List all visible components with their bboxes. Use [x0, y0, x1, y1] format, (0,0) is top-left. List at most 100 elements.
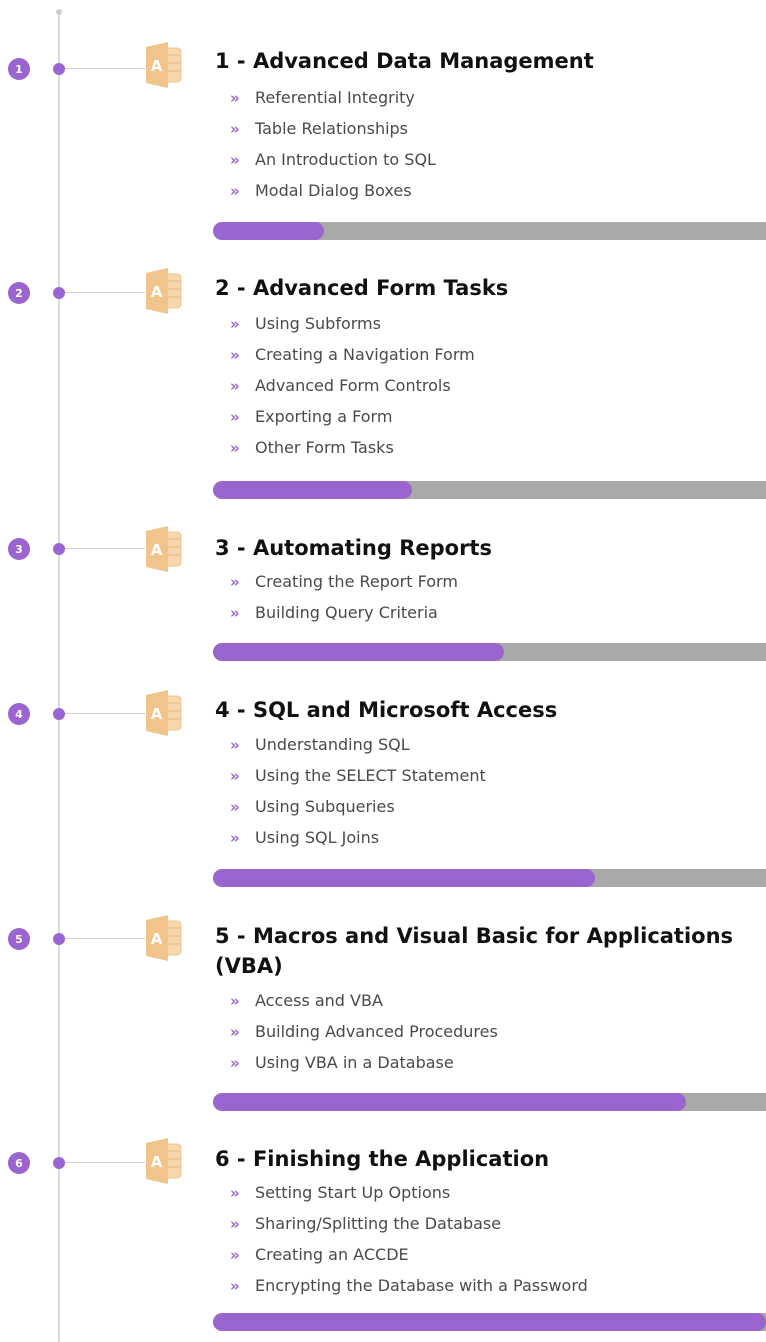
module-number-badge: 1 — [8, 58, 30, 80]
topic-item: » Building Advanced Procedures — [230, 1016, 498, 1047]
progress-bar — [213, 869, 766, 887]
chevron-double-right-icon: » — [230, 992, 240, 1010]
chevron-double-right-icon: » — [230, 1023, 240, 1041]
icon-letter: A — [151, 541, 163, 559]
topic-label: An Introduction to SQL — [255, 150, 436, 169]
access-app-icon: A — [146, 915, 182, 961]
topic-item: » Using SQL Joins — [230, 822, 486, 853]
topic-list: » Access and VBA » Building Advanced Proce… — [230, 985, 498, 1078]
chevron-double-right-icon: » — [230, 89, 240, 107]
chevron-double-right-icon: » — [230, 151, 240, 169]
topic-label: Modal Dialog Boxes — [255, 181, 412, 200]
chevron-double-right-icon: » — [230, 1184, 240, 1202]
progress-fill — [213, 869, 595, 887]
progress-fill — [213, 643, 505, 661]
topic-label: Building Query Criteria — [255, 603, 438, 622]
access-app-icon: A — [146, 42, 182, 88]
topic-item: » Modal Dialog Boxes — [230, 175, 436, 206]
topic-list: » Setting Start Up Options » Sharing/Split… — [230, 1177, 588, 1301]
topic-label: Encrypting the Database with a Password — [255, 1276, 588, 1295]
icon-letter: A — [151, 705, 163, 723]
chevron-double-right-icon: » — [230, 829, 240, 847]
topic-item: » Creating an ACCDE — [230, 1239, 588, 1270]
timeline-dot — [53, 1157, 65, 1169]
module-title: 1 - Advanced Data Management — [215, 49, 594, 73]
progress-fill — [213, 1313, 766, 1331]
chevron-double-right-icon: » — [230, 439, 240, 457]
topic-label: Building Advanced Procedures — [255, 1022, 498, 1041]
chevron-double-right-icon: » — [230, 1054, 240, 1072]
timeline-dot — [53, 933, 65, 945]
topic-item: » Creating the Report Form — [230, 566, 458, 597]
icon-letter: A — [151, 57, 163, 75]
connector-line — [65, 68, 145, 69]
topic-item: » Encrypting the Database with a Password — [230, 1270, 588, 1301]
topic-label: Creating an ACCDE — [255, 1245, 409, 1264]
topic-item: » Setting Start Up Options — [230, 1177, 588, 1208]
topic-label: Table Relationships — [255, 119, 409, 138]
timeline-start-dot — [56, 9, 62, 15]
timeline-dot — [53, 708, 65, 720]
topic-label: Using Subforms — [255, 314, 381, 333]
timeline-dot — [53, 543, 65, 555]
connector-line — [65, 713, 145, 714]
progress-fill — [213, 1093, 686, 1111]
topic-label: Sharing/Splitting the Database — [255, 1214, 502, 1233]
topic-label: Using VBA in a Database — [255, 1053, 454, 1072]
topic-item: » Building Query Criteria — [230, 597, 458, 628]
timeline-dot — [53, 63, 65, 75]
access-app-icon: A — [146, 690, 182, 736]
module-number-badge: 6 — [8, 1152, 30, 1174]
progress-bar — [213, 222, 766, 240]
module-number-badge: 2 — [8, 282, 30, 304]
icon-letter: A — [151, 283, 163, 301]
topic-list: » Using Subforms » Creating a Navigation F… — [230, 308, 475, 463]
topic-item: » Using Subforms — [230, 308, 475, 339]
access-app-icon: A — [146, 1138, 182, 1184]
chevron-double-right-icon: » — [230, 120, 240, 138]
topic-label: Setting Start Up Options — [255, 1183, 451, 1202]
connector-line — [65, 292, 145, 293]
progress-bar — [213, 481, 766, 499]
topic-item: » Access and VBA — [230, 985, 498, 1016]
connector-line — [65, 1162, 145, 1163]
topic-item: » Using VBA in a Database — [230, 1047, 498, 1078]
topic-label: Creating the Report Form — [255, 572, 458, 591]
topic-label: Advanced Form Controls — [255, 376, 451, 395]
topic-label: Access and VBA — [255, 991, 383, 1010]
chevron-double-right-icon: » — [230, 408, 240, 426]
topic-item: » An Introduction to SQL — [230, 144, 436, 175]
topic-label: Using the SELECT Statement — [255, 766, 486, 785]
chevron-double-right-icon: » — [230, 604, 240, 622]
progress-bar — [213, 643, 766, 661]
chevron-double-right-icon: » — [230, 377, 240, 395]
icon-letter: A — [151, 930, 163, 948]
timeline-dot — [53, 287, 65, 299]
chevron-double-right-icon: » — [230, 1215, 240, 1233]
access-app-icon: A — [146, 268, 182, 314]
topic-item: » Sharing/Splitting the Database — [230, 1208, 588, 1239]
module-title: 5 - Macros and Visual Basic for Applicat… — [215, 924, 734, 978]
topic-item: » Understanding SQL — [230, 729, 486, 760]
topic-list: » Understanding SQL » Using the SELECT Sta… — [230, 729, 486, 853]
module-title: 2 - Advanced Form Tasks — [215, 276, 509, 300]
topic-item: » Using the SELECT Statement — [230, 760, 486, 791]
topic-item: » Other Form Tasks — [230, 432, 475, 463]
chevron-double-right-icon: » — [230, 346, 240, 364]
module-title: 4 - SQL and Microsoft Access — [215, 698, 558, 722]
topic-item: » Using Subqueries — [230, 791, 486, 822]
progress-bar — [213, 1093, 766, 1111]
topic-label: Understanding SQL — [255, 735, 410, 754]
topic-label: Creating a Navigation Form — [255, 345, 475, 364]
topic-list: » Creating the Report Form » Building Quer… — [230, 566, 458, 628]
connector-line — [65, 548, 145, 549]
connector-line — [65, 938, 145, 939]
topic-label: Referential Integrity — [255, 88, 415, 107]
topic-label: Exporting a Form — [255, 407, 393, 426]
chevron-double-right-icon: » — [230, 315, 240, 333]
chevron-double-right-icon: » — [230, 1246, 240, 1264]
topic-label: Using Subqueries — [255, 797, 395, 816]
icon-letter: A — [151, 1153, 163, 1171]
chevron-double-right-icon: » — [230, 767, 240, 785]
topic-list: » Referential Integrity » Table Relationsh… — [230, 82, 436, 206]
